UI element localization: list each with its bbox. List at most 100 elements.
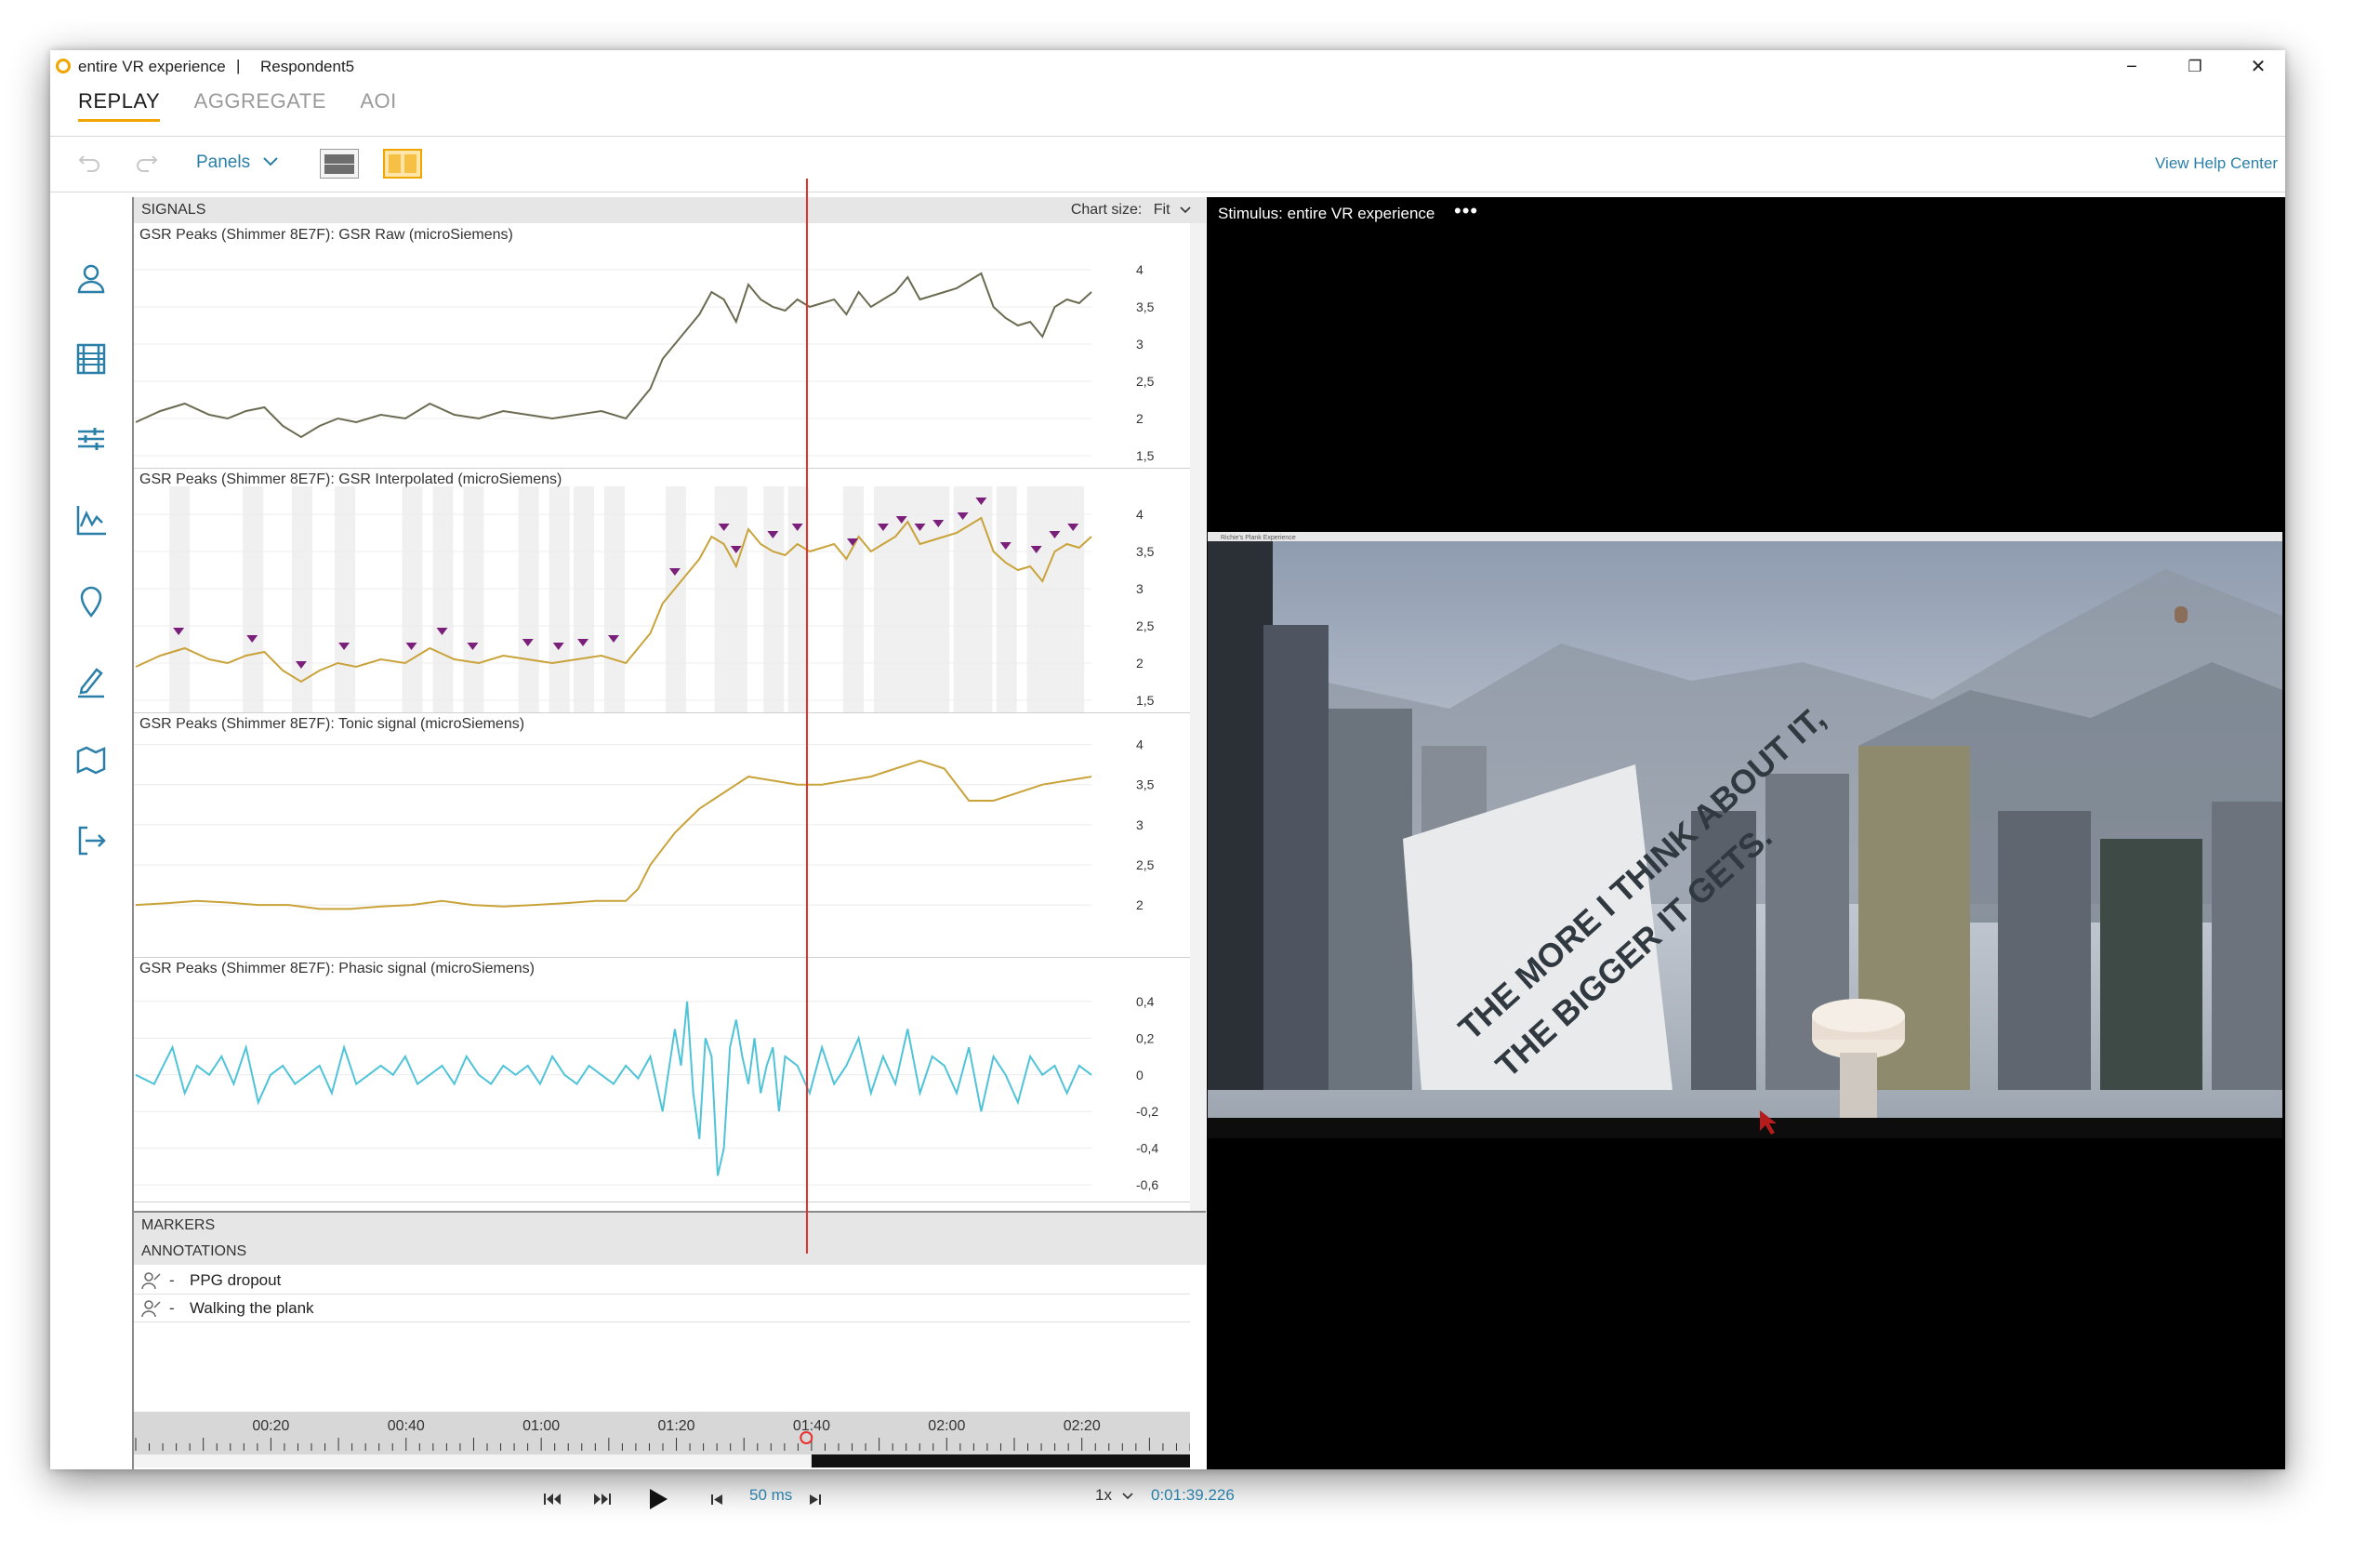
undo-icon[interactable] [78,149,102,179]
timeline-ruler[interactable]: 00:20 00:40 01:00 01:20 01:40 02:00 02:20 [134,1412,1191,1467]
y-tick-label: 3 [1136,817,1144,832]
layout-side-by-side-button[interactable] [383,149,422,179]
annotation-row[interactable]: - Walking the plank [134,1295,1190,1322]
signal-chart-gsr-raw: 4 3,5 3 2,5 2 1,5 GSR Peaks (Shimmer 8E7F): G… [134,223,1190,469]
panels-dropdown[interactable]: Panels [196,153,279,173]
chart-size-value: Fit [1153,202,1170,218]
y-tick-label: -0,2 [1136,1104,1158,1119]
peak-band [549,486,570,712]
annotation-dash: - [169,1271,175,1289]
series-line [135,272,1092,439]
y-tick-label: 4 [1136,737,1144,752]
peak-band [1026,486,1048,712]
signals-scrollbar[interactable] [1190,223,1206,1211]
y-tick-label: 1,5 [1136,448,1155,463]
phasic-chart: 0,4 0,2 0 -0,2 -0,4 -0,6 [134,994,1158,1192]
y-tick-label: 3,5 [1136,544,1155,559]
chart-size-label: Chart size: [1070,202,1143,218]
timeline[interactable]: 00:20 00:40 01:00 01:20 01:40 02:00 02:20 [134,1412,1191,1467]
skip-back-icon[interactable] [543,1492,562,1507]
peak-band [953,486,974,712]
y-tick-label: 2 [1136,656,1144,671]
step-value[interactable]: 50 ms [749,1486,792,1505]
peak-band [843,486,864,712]
restore-button[interactable]: ❐ [2172,54,2218,80]
play-icon[interactable] [647,1488,669,1510]
timeline-label: 02:20 [1064,1418,1101,1434]
minimize-button[interactable]: − [2109,54,2155,80]
signal-title: GSR Peaks (Shimmer 8E7F): GSR Interpolat… [139,471,562,487]
signals-header-label: SIGNALS [141,202,206,218]
more-options-icon[interactable]: ••• [1454,199,1478,223]
playback-speed-dropdown[interactable]: 1x [1095,1486,1133,1505]
playback-speed-value: 1x [1095,1486,1112,1504]
y-tick-label: 4 [1136,262,1144,277]
tab-aoi[interactable]: AOI [360,89,396,119]
timeline-scrollbar-thumb [811,1454,1190,1467]
markers-header: MARKERS [134,1211,1206,1239]
annotation-person-icon [141,1300,161,1318]
location-pin-icon[interactable] [71,580,112,621]
timeline-label: 02:00 [928,1418,965,1434]
layout-stacked-button[interactable] [320,149,359,179]
signal-chart-gsr-interpolated: 4 3,5 3 2,5 2 1,5 GSR Peaks (Shimmer 8E7F): G… [134,468,1190,713]
peak-band [665,486,686,712]
y-tick-label: 3,5 [1136,777,1155,792]
y-tick-label: 2,5 [1136,857,1155,872]
tonic-chart: 4 3,5 3 2,5 2 [134,737,1155,912]
peak-band [1064,486,1085,712]
signals-header: SIGNALS Chart size: Fit [134,197,1206,223]
vr-window-titlebar [1208,532,2282,541]
step-back-icon[interactable] [710,1494,723,1506]
tab-aggregate[interactable]: AGGREGATE [194,89,326,119]
map-icon[interactable] [71,740,112,781]
gsr-raw-chart: 4 3,5 3 2,5 2 1,5 [134,262,1155,463]
sliders-icon[interactable] [71,418,112,459]
vr-stimulus-frame: Richie's Plank Experience THE MORE I THI… [1208,532,2282,1138]
tab-replay[interactable]: REPLAY [78,89,161,122]
chart-size-dropdown[interactable]: Chart size: Fit [1064,197,1191,223]
y-tick-label: 3 [1136,581,1144,596]
film-icon[interactable] [71,339,112,379]
y-tick-label: 1,5 [1136,693,1155,708]
view-help-center-link[interactable]: View Help Center [2155,154,2278,173]
vr-window-title: Richie's Plank Experience [1221,535,1296,541]
signal-title: GSR Peaks (Shimmer 8E7F): GSR Raw (micro… [139,227,513,243]
pencil-icon[interactable] [71,660,112,701]
signal-chart-tonic: 4 3,5 3 2,5 2 GSR Peaks (Shimmer 8E7F): Toni… [134,712,1190,958]
redo-icon[interactable] [134,149,158,179]
signals-panel: SIGNALS Chart size: Fit 4 3,5 3 2,5 2 1,5 GSR… [132,197,1235,1509]
current-time: 0:01:39.226 [1151,1486,1235,1504]
app-logo-icon [56,59,71,73]
person-icon[interactable] [71,259,112,299]
annotation-label: PPG dropout [190,1271,282,1289]
title-separator: | [236,57,241,74]
annotation-label: Walking the plank [190,1299,314,1317]
chart-icon[interactable] [71,500,112,541]
close-button[interactable]: ✕ [2235,54,2281,80]
main-tabs: REPLAY AGGREGATE AOI [78,89,427,136]
panels-label: Panels [196,153,251,172]
y-tick-label: 3 [1136,337,1144,352]
chevron-down-icon [1180,206,1191,214]
y-tick-label: -0,6 [1136,1177,1158,1192]
title-bar: entire VR experience | Respondent5 − ❐ ✕ [50,50,2285,84]
peak-band [763,486,785,712]
skip-forward-icon[interactable] [593,1492,612,1507]
y-tick-label: 4 [1136,507,1144,522]
respondent-name: Respondent5 [260,58,355,75]
timeline-label: 01:40 [793,1418,830,1434]
playhead-line[interactable] [806,179,809,1254]
peak-band [873,486,894,712]
peak-band [1045,486,1066,712]
toolbar: Panels View Help Center [50,136,2285,192]
chevron-down-icon [1122,1493,1133,1500]
step-forward-icon[interactable] [809,1494,822,1506]
annotation-row[interactable]: - PPG dropout [134,1267,1190,1295]
export-icon[interactable] [71,820,112,861]
peak-band [402,486,423,712]
y-tick-label: 2,5 [1136,618,1155,633]
timeline-label: 00:40 [388,1418,425,1434]
gsr-interpolated-chart: 4 3,5 3 2,5 2 1,5 [134,486,1155,712]
peak-band [996,486,1017,712]
